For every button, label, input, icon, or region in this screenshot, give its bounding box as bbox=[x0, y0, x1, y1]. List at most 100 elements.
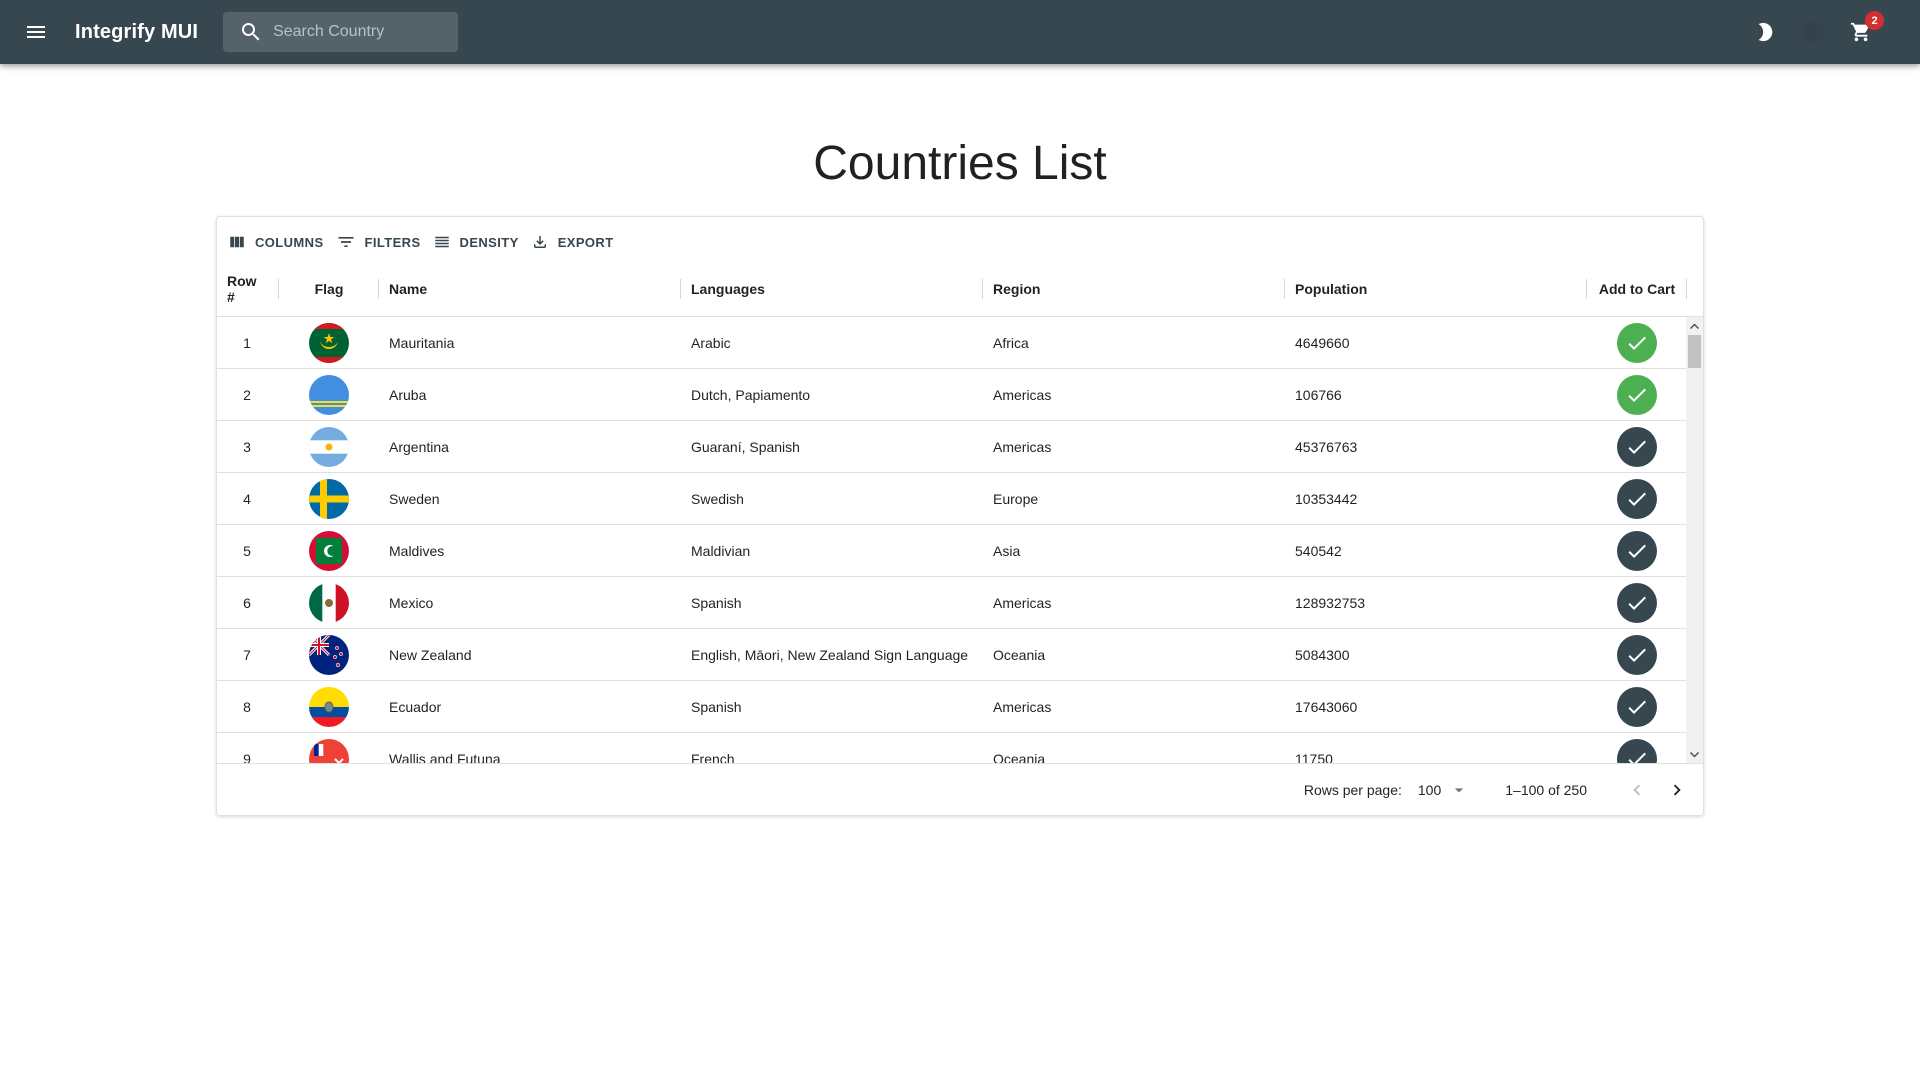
table-row[interactable]: 9 Wallis and Futuna French Oceania 11750 bbox=[217, 733, 1686, 763]
column-separator[interactable] bbox=[1686, 279, 1687, 299]
column-header-add-to-cart[interactable]: Add to Cart bbox=[1587, 261, 1687, 317]
table-row[interactable]: 4 Sweden Swedish Europe 10353442 bbox=[217, 473, 1686, 525]
table-row[interactable]: 1 Mauritania Arabic Africa 4649660 bbox=[217, 317, 1686, 369]
add-to-cart-cell bbox=[1587, 525, 1686, 577]
add-to-cart-button[interactable] bbox=[1617, 739, 1657, 763]
scrollbar-thumb[interactable] bbox=[1688, 335, 1701, 368]
country-name-cell: Mexico bbox=[389, 595, 434, 611]
population-cell: 45376763 bbox=[1295, 439, 1358, 455]
region-cell: Americas bbox=[993, 699, 1052, 715]
theme-toggle-button[interactable] bbox=[1752, 19, 1778, 45]
flag-cell bbox=[279, 369, 379, 421]
add-to-cart-button[interactable] bbox=[1617, 323, 1657, 363]
region-cell: Americas bbox=[993, 387, 1052, 403]
export-label: EXPORT bbox=[557, 234, 614, 250]
check-icon bbox=[1628, 700, 1646, 714]
export-button[interactable]: EXPORT bbox=[526, 227, 619, 257]
table-row[interactable]: 6 Mexico Spanish Americas 128932753 bbox=[217, 577, 1686, 629]
filter-list-icon bbox=[338, 237, 354, 247]
languages-cell: Dutch, Papiamento bbox=[691, 387, 811, 403]
population-cell: 540542 bbox=[1295, 543, 1342, 559]
check-icon bbox=[1628, 492, 1646, 506]
country-name-cell: Maldives bbox=[389, 543, 445, 559]
add-to-cart-button[interactable] bbox=[1617, 583, 1657, 623]
add-to-cart-cell bbox=[1587, 733, 1686, 763]
cart-button[interactable]: 2 bbox=[1848, 11, 1884, 45]
add-to-cart-cell bbox=[1587, 317, 1686, 369]
rows-per-page-select[interactable]: 100 bbox=[1418, 780, 1469, 800]
table-row[interactable]: 2 Aruba Dutch, Papiamento Americas 10676… bbox=[217, 369, 1686, 421]
check-icon bbox=[1628, 596, 1646, 610]
country-name-cell: New Zealand bbox=[389, 647, 472, 663]
chevron-left-icon bbox=[1633, 784, 1641, 795]
menu-icon bbox=[27, 26, 45, 38]
column-header-row-number[interactable]: Row # bbox=[217, 261, 277, 317]
region-cell: Asia bbox=[993, 543, 1021, 559]
column-header-region[interactable]: Region bbox=[983, 261, 1285, 317]
region-cell: Europe bbox=[993, 491, 1039, 507]
table-row[interactable]: 7 New Zealand English, Māori, New Zealan… bbox=[217, 629, 1686, 681]
view-column-icon bbox=[230, 236, 244, 248]
app-title: Integrify MUI bbox=[75, 20, 199, 43]
region-cell: Oceania bbox=[993, 647, 1046, 663]
grid-header: Row # Flag Name Languages Region Populat… bbox=[217, 261, 1703, 317]
languages-cell: Swedish bbox=[691, 491, 744, 507]
add-to-cart-cell bbox=[1587, 421, 1686, 473]
menu-button[interactable] bbox=[12, 8, 60, 56]
search-box[interactable] bbox=[223, 12, 459, 52]
check-icon bbox=[1628, 544, 1646, 558]
add-to-cart-button[interactable] bbox=[1617, 427, 1657, 467]
add-to-cart-button[interactable] bbox=[1617, 635, 1657, 675]
search-icon bbox=[239, 20, 263, 44]
add-to-cart-button[interactable] bbox=[1617, 531, 1657, 571]
table-row[interactable]: 5 Maldives Maldivian Asia 540542 bbox=[217, 525, 1686, 577]
row-number-cell: 1 bbox=[243, 335, 251, 351]
vertical-scrollbar[interactable] bbox=[1686, 317, 1703, 763]
column-header-population[interactable]: Population bbox=[1285, 261, 1587, 317]
column-header-flag[interactable]: Flag bbox=[279, 261, 379, 317]
languages-cell: Guaraní, Spanish bbox=[691, 439, 800, 455]
density-label: DENSITY bbox=[459, 234, 519, 250]
columns-button[interactable]: COLUMNS bbox=[223, 227, 329, 257]
add-to-cart-cell bbox=[1587, 681, 1686, 733]
table-row[interactable]: 8 Ecuador Spanish Americas 17643060 bbox=[217, 681, 1686, 733]
table-row[interactable]: 3 Argentina Guaraní, Spanish Americas 45… bbox=[217, 421, 1686, 473]
scroll-down-button[interactable] bbox=[1686, 746, 1703, 763]
user-avatar[interactable] bbox=[1800, 19, 1826, 45]
region-cell: Americas bbox=[993, 439, 1052, 455]
maldives-flag-icon bbox=[309, 531, 349, 571]
add-to-cart-button[interactable] bbox=[1617, 687, 1657, 727]
new-zealand-flag-icon bbox=[309, 635, 349, 675]
column-header-name[interactable]: Name bbox=[379, 261, 681, 317]
grid-body: 1 Mauritania Arabic Africa 4649660 2 Aru… bbox=[217, 317, 1686, 763]
density-button[interactable]: DENSITY bbox=[428, 227, 524, 257]
app-bar: Integrify MUI 2 bbox=[0, 0, 1920, 64]
filters-button[interactable]: FILTERS bbox=[331, 227, 426, 257]
add-to-cart-button[interactable] bbox=[1617, 479, 1657, 519]
flag-cell bbox=[279, 577, 379, 629]
row-number-cell: 9 bbox=[243, 751, 251, 763]
caret-up-icon bbox=[1690, 322, 1699, 329]
rows-per-page-label: Rows per page: bbox=[1303, 781, 1402, 798]
row-number-cell: 4 bbox=[243, 491, 251, 507]
languages-cell: Maldivian bbox=[691, 543, 751, 559]
arrow-drop-down-icon bbox=[1455, 787, 1464, 792]
page-title: Countries List bbox=[813, 137, 1107, 190]
search-input[interactable] bbox=[271, 22, 452, 42]
add-to-cart-button[interactable] bbox=[1617, 375, 1657, 415]
countries-data-grid: COLUMNS FILTERS DENSITY EXPORT Row # Fla… bbox=[216, 216, 1704, 816]
row-number-cell: 8 bbox=[243, 699, 251, 715]
scroll-up-button[interactable] bbox=[1686, 317, 1703, 334]
row-number-cell: 3 bbox=[243, 439, 251, 455]
languages-cell: Spanish bbox=[691, 595, 742, 611]
population-cell: 128932753 bbox=[1295, 595, 1366, 611]
add-to-cart-cell bbox=[1587, 577, 1686, 629]
previous-page-button[interactable] bbox=[1621, 774, 1653, 806]
wallis-and-futuna-flag-icon bbox=[309, 739, 349, 763]
languages-cell: Spanish bbox=[691, 699, 742, 715]
density-icon bbox=[434, 236, 449, 248]
column-header-languages[interactable]: Languages bbox=[681, 261, 983, 317]
country-name-cell: Sweden bbox=[389, 491, 440, 507]
population-cell: 17643060 bbox=[1295, 699, 1358, 715]
next-page-button[interactable] bbox=[1661, 774, 1693, 806]
